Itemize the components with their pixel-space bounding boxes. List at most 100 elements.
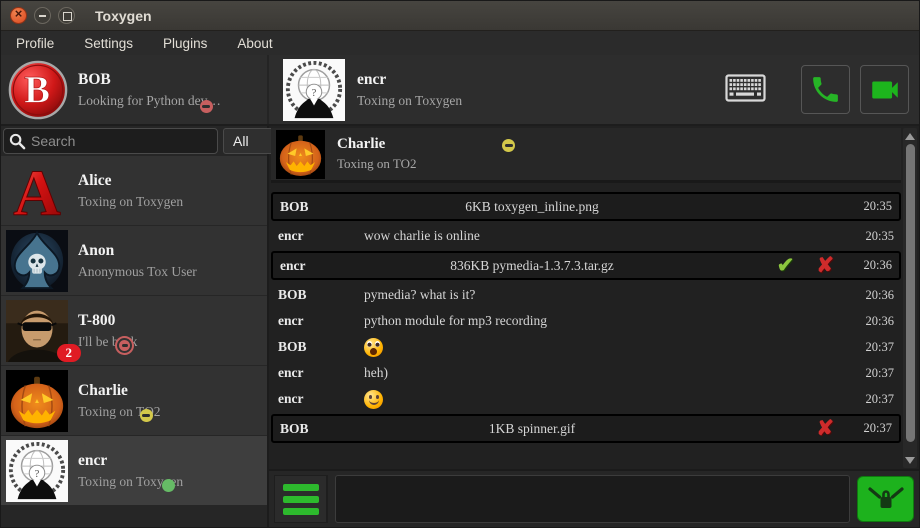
scroll-up-arrow-icon[interactable] xyxy=(903,129,917,143)
transfer-actions: ✘ xyxy=(698,418,848,439)
self-name: BOB xyxy=(78,71,221,89)
chat-scrollbar[interactable] xyxy=(903,128,917,468)
away-status-icon xyxy=(140,409,153,422)
pumpkin-avatar xyxy=(6,370,68,432)
titlebar: Toxygen xyxy=(1,1,919,31)
menu-item-about[interactable]: About xyxy=(234,34,275,53)
message-row: encr 20:37 xyxy=(271,386,901,412)
video-camera-icon xyxy=(865,73,905,107)
message-sender: encr xyxy=(280,258,366,274)
message-time: 20:36 xyxy=(848,258,892,273)
message-text xyxy=(364,390,850,409)
letter-a-avatar: A xyxy=(6,160,68,222)
message-sender: BOB xyxy=(278,287,364,303)
message-text: pymedia? what is it? xyxy=(364,287,850,303)
menu-item-profile[interactable]: Profile xyxy=(13,34,57,53)
contact-name: T-800 xyxy=(78,312,137,330)
message-time: 20:35 xyxy=(850,229,894,244)
card-contact-name: Charlie xyxy=(337,136,417,153)
svg-text:B: B xyxy=(24,68,50,111)
file-transfer-row[interactable]: BOB 6KB toxygen_inline.png 20:35 xyxy=(271,192,901,221)
decline-transfer-icon[interactable]: ✘ xyxy=(816,255,834,276)
contact-row-alice[interactable]: A Alice Toxing on Toxygen xyxy=(1,156,267,226)
message-sender: BOB xyxy=(278,339,364,355)
message-row: encr wow charlie is online 20:35 xyxy=(271,223,901,249)
scrollbar-thumb[interactable] xyxy=(906,144,915,442)
message-text: python module for mp3 recording xyxy=(364,313,850,329)
message-row: encr python module for mp3 recording 20:… xyxy=(271,308,901,334)
search-box xyxy=(3,128,218,154)
message-sender: encr xyxy=(278,228,364,244)
message-history: BOB 6KB toxygen_inline.png 20:35 encr wo… xyxy=(271,183,901,443)
contact-name: encr xyxy=(78,452,183,470)
filter-value: All xyxy=(233,133,249,149)
message-time: 20:36 xyxy=(850,314,894,329)
file-name: 836KB pymedia-1.3.7.3.tar.gz xyxy=(366,258,698,274)
shocked-emoji xyxy=(364,338,383,357)
peer-name: encr xyxy=(357,71,462,89)
toxygen-window: Toxygen Profile Settings Plugins About B BO… xyxy=(0,0,920,528)
search-icon xyxy=(9,133,26,150)
menu-item-plugins[interactable]: Plugins xyxy=(160,34,210,53)
contact-row-t-800[interactable]: 2 T-800 I'll be back xyxy=(1,296,267,366)
header: B BOB Looking for Python dev… ? encr Tox… xyxy=(1,55,919,126)
scroll-down-arrow-icon[interactable] xyxy=(903,453,917,467)
contact-name: Anon xyxy=(78,242,197,260)
message-time: 20:35 xyxy=(848,199,892,214)
card-status-message: Toxing on TO2 xyxy=(337,156,417,172)
terminator-avatar: 2 xyxy=(6,300,68,362)
svg-text:?: ? xyxy=(312,87,317,98)
chat-contact-card[interactable]: Charlie Toxing on TO2 xyxy=(271,128,901,183)
self-avatar: B xyxy=(7,59,69,121)
message-sender: encr xyxy=(278,365,364,381)
message-time: 20:36 xyxy=(850,288,894,303)
decline-transfer-icon[interactable]: ✘ xyxy=(816,418,834,439)
away-status-icon xyxy=(502,139,515,152)
search-input[interactable] xyxy=(31,133,212,149)
video-call-button[interactable] xyxy=(860,65,909,114)
menu-item-settings[interactable]: Settings xyxy=(81,34,136,53)
pumpkin-avatar xyxy=(276,130,325,179)
message-input[interactable] xyxy=(335,475,850,523)
close-button[interactable] xyxy=(10,7,27,24)
keyboard-icon[interactable] xyxy=(725,74,766,105)
online-status-icon xyxy=(162,479,175,492)
message-row: encr heh) 20:37 xyxy=(271,360,901,386)
contact-row-anon[interactable]: Anon Anonymous Tox User xyxy=(1,226,267,296)
contact-row-encr[interactable]: ? encr Toxing on Toxygen xyxy=(1,436,267,506)
file-name: 6KB toxygen_inline.png xyxy=(366,199,698,215)
message-sender: encr xyxy=(278,313,364,329)
busy-status-icon[interactable] xyxy=(200,100,213,113)
message-time: 20:37 xyxy=(850,392,894,407)
phone-icon xyxy=(809,73,842,106)
file-transfer-row[interactable]: BOB 1KB spinner.gif ✘ 20:37 xyxy=(271,414,901,443)
message-row: BOB 20:37 xyxy=(271,334,901,360)
message-text: heh) xyxy=(364,365,850,381)
message-text xyxy=(364,338,850,357)
message-sender: BOB xyxy=(280,421,366,437)
svg-text:A: A xyxy=(13,160,61,222)
message-time: 20:37 xyxy=(850,340,894,355)
self-profile-section[interactable]: B BOB Looking for Python dev… xyxy=(1,55,269,124)
accept-transfer-icon[interactable]: ✔ xyxy=(777,255,795,276)
file-transfer-row[interactable]: encr 836KB pymedia-1.3.7.3.tar.gz ✔✘ 20:… xyxy=(271,251,901,280)
message-time: 20:37 xyxy=(850,366,894,381)
send-button[interactable] xyxy=(857,476,914,522)
contact-row-charlie[interactable]: Charlie Toxing on TO2 xyxy=(1,366,267,436)
contact-status-message: Anonymous Tox User xyxy=(78,264,197,280)
menu-bar: Profile Settings Plugins About xyxy=(1,31,919,55)
transfer-actions: ✔✘ xyxy=(698,255,848,276)
audio-call-button[interactable] xyxy=(801,65,850,114)
svg-text:?: ? xyxy=(35,468,40,479)
contact-list: A Alice Toxing on Toxygen Anon Anonymous… xyxy=(1,156,267,527)
send-encrypted-icon xyxy=(866,485,906,513)
minimize-button[interactable] xyxy=(34,7,51,24)
maximize-button[interactable] xyxy=(58,7,75,24)
peer-status-message: Toxing on Toxygen xyxy=(357,93,462,109)
hamburger-icon[interactable] xyxy=(274,475,328,523)
spade-skull-avatar xyxy=(6,230,68,292)
contact-name: Charlie xyxy=(78,382,161,400)
peer-avatar: ? xyxy=(283,59,345,121)
contact-name: Alice xyxy=(78,172,183,190)
message-sender: BOB xyxy=(280,199,366,215)
